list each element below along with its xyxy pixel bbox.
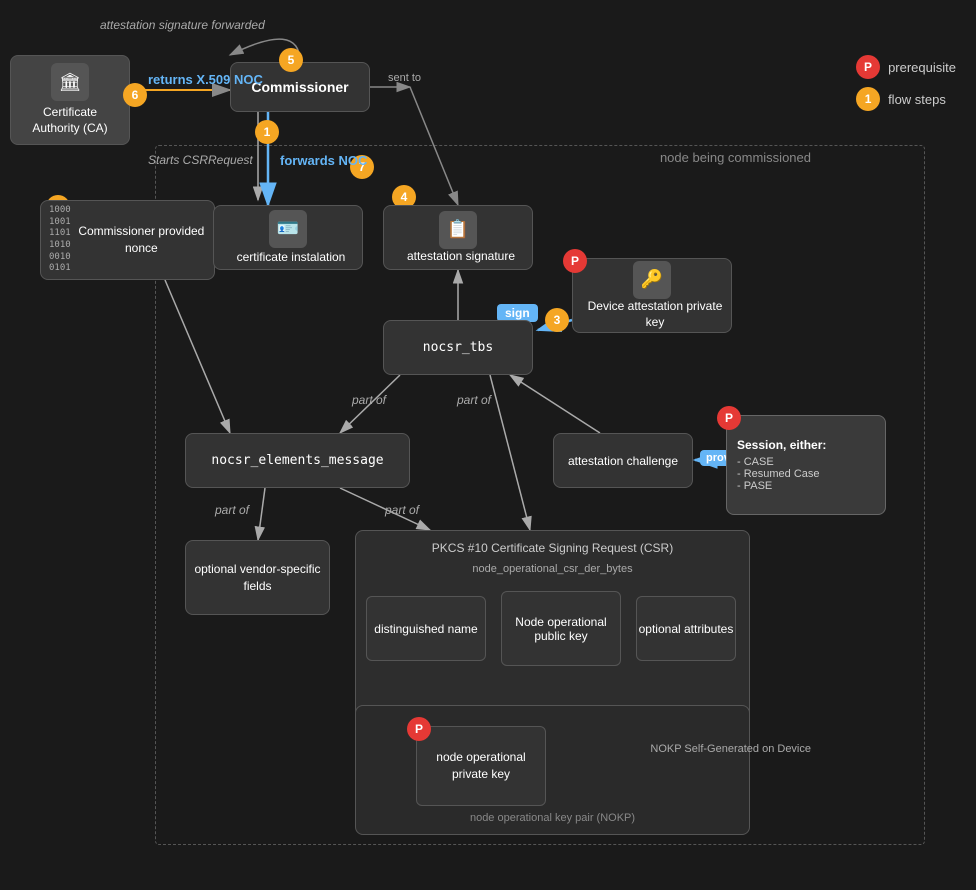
flow-steps-badge: 1 bbox=[856, 87, 880, 111]
nokp-p-badge: P bbox=[407, 717, 431, 741]
nokp-container: P node operational private key node oper… bbox=[355, 705, 750, 835]
attest-sig-forwarded-label: attestation signature forwarded bbox=[100, 18, 265, 32]
opt-attrs-node: optional attributes bbox=[636, 596, 736, 661]
ca-node: 🏛 Certificate Authority (CA) bbox=[10, 55, 130, 145]
commissioner-nonce-node: 100010011101101000100101 Commissioner pr… bbox=[40, 200, 215, 280]
diagram-container: node being commissioned bbox=[0, 0, 976, 890]
step1-badge: 1 bbox=[255, 120, 279, 144]
session-pase: - PASE bbox=[737, 480, 772, 492]
optional-vendor-label: optional vendor-specific fields bbox=[194, 561, 321, 595]
device-attest-icon: 🔑 bbox=[633, 261, 671, 299]
legend: P prerequisite 1 flow steps bbox=[856, 55, 956, 111]
binary-icon: 100010011101101000100101 bbox=[49, 205, 71, 275]
cert-install-label: certificate instalation bbox=[237, 250, 346, 266]
cert-install-icon: 🪪 bbox=[269, 210, 307, 248]
opt-attrs-label: optional attributes bbox=[639, 622, 734, 636]
legend-flow-steps: 1 flow steps bbox=[856, 87, 956, 111]
session-p-badge: P bbox=[717, 406, 741, 430]
attest-challenge-label: attestation challenge bbox=[568, 454, 678, 468]
attest-sig-icon: 📋 bbox=[439, 211, 477, 249]
session-resumed: - Resumed Case bbox=[737, 468, 820, 480]
device-attest-p-badge: P bbox=[563, 249, 587, 273]
distinguished-name-label: distinguished name bbox=[374, 622, 477, 636]
op-pubkey-node: Node operational public key bbox=[501, 591, 621, 666]
prerequisite-badge: P bbox=[856, 55, 880, 79]
op-pubkey-label: Node operational public key bbox=[502, 615, 620, 643]
nocsr-tbs-node: nocsr_tbs bbox=[383, 320, 533, 375]
nocsr-elements-label: nocsr_elements_message bbox=[211, 453, 383, 468]
part-of-4: part of bbox=[385, 503, 419, 517]
device-attest-label: Device attestation private key bbox=[587, 299, 723, 330]
nokp-inner-node: P node operational private key bbox=[416, 726, 546, 806]
optional-vendor-node: optional vendor-specific fields bbox=[185, 540, 330, 615]
step3-badge: 3 bbox=[545, 308, 569, 332]
attest-challenge-node: attestation challenge bbox=[553, 433, 693, 488]
device-attest-node: P 🔑 Device attestation private key bbox=[572, 258, 732, 333]
nokp-inner-label: node operational private key bbox=[417, 749, 545, 783]
commissioned-label: node being commissioned bbox=[660, 150, 811, 165]
forwards-noc-label: forwards NOC bbox=[280, 153, 367, 168]
csr-container: PKCS #10 Certificate Signing Request (CS… bbox=[355, 530, 750, 725]
cert-install-node: 🪪 certificate instalation bbox=[213, 205, 363, 270]
part-of-1: part of bbox=[352, 393, 386, 407]
session-node: P Session, either: - CASE - Resumed Case… bbox=[726, 415, 886, 515]
distinguished-name-node: distinguished name bbox=[366, 596, 486, 661]
nocsr-tbs-label: nocsr_tbs bbox=[423, 340, 493, 355]
nokp-footer: node operational key pair (NOKP) bbox=[470, 812, 635, 824]
nokp-self-gen-label: NOKP Self-Generated on Device bbox=[650, 743, 811, 755]
ca-icon: 🏛 bbox=[51, 63, 89, 101]
part-of-3: part of bbox=[215, 503, 249, 517]
attest-sig-label: attestation signature bbox=[407, 249, 515, 265]
part-of-2: part of bbox=[457, 393, 491, 407]
legend-prerequisite: P prerequisite bbox=[856, 55, 956, 79]
nocsr-elements-node: nocsr_elements_message bbox=[185, 433, 410, 488]
attest-sig-node: 📋 attestation signature bbox=[383, 205, 533, 270]
csr-title: PKCS #10 Certificate Signing Request (CS… bbox=[366, 541, 739, 555]
nonce-label: Commissioner provided nonce bbox=[77, 223, 206, 257]
starts-csr-label: Starts CSRRequest bbox=[148, 153, 253, 167]
step5-badge: 5 bbox=[279, 48, 303, 72]
returns-x509-label: returns X.509 NOC bbox=[148, 72, 263, 87]
commissioner-label: Commissioner bbox=[251, 79, 348, 95]
session-case: - CASE bbox=[737, 456, 774, 468]
session-title: Session, either: bbox=[737, 438, 826, 452]
step6-badge: 6 bbox=[123, 83, 147, 107]
ca-label: Certificate Authority (CA) bbox=[19, 105, 121, 136]
sent-to-label: sent to bbox=[388, 72, 421, 84]
csr-subtitle: node_operational_csr_der_bytes bbox=[366, 563, 739, 575]
